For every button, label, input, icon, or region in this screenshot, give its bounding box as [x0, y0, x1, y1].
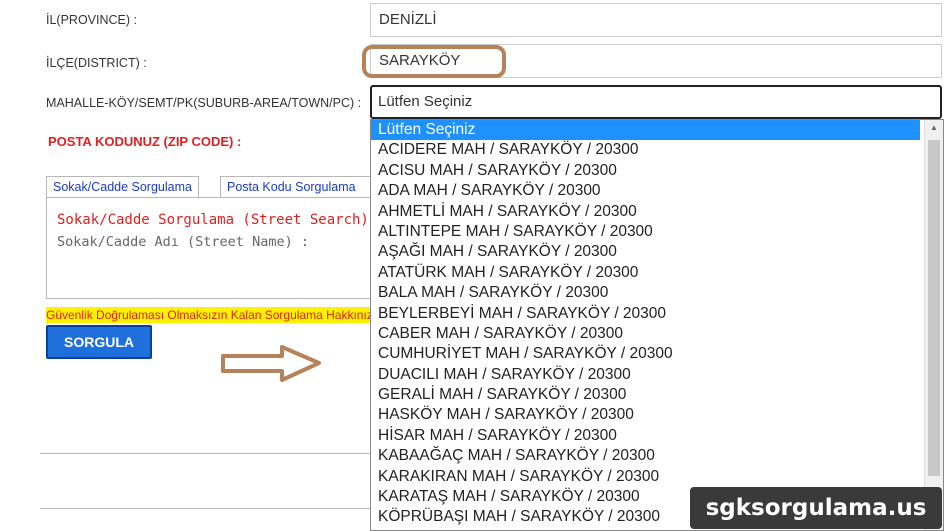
watermark-logo: sgksorgulama.us: [690, 487, 942, 529]
scrollbar-thumb[interactable]: [928, 140, 940, 476]
dropdown-option[interactable]: Lütfen Seçiniz: [371, 120, 920, 141]
divider-line: [40, 453, 370, 454]
district-label: İLÇE(DISTRICT) :: [46, 56, 147, 70]
dropdown-option[interactable]: BEYLERBEYİ MAH / SARAYKÖY / 20300: [371, 304, 943, 324]
district-highlight-ring: [362, 45, 506, 78]
dropdown-option[interactable]: KABAAĞAÇ MAH / SARAYKÖY / 20300: [371, 446, 943, 466]
divider-line: [40, 508, 370, 509]
dropdown-option[interactable]: ACISU MAH / SARAYKÖY / 20300: [371, 161, 943, 181]
street-search-panel: Sokak/Cadde Sorgulama (Street Search) So…: [46, 197, 376, 299]
dropdown-option[interactable]: DUACILI MAH / SARAYKÖY / 20300: [371, 365, 943, 385]
tab-zip-search[interactable]: Posta Kodu Sorgulama: [220, 176, 376, 198]
right-arrow-icon: [221, 345, 321, 382]
dropdown-option[interactable]: ATATÜRK MAH / SARAYKÖY / 20300: [371, 263, 943, 283]
province-label: İL(PROVINCE) :: [46, 13, 137, 27]
suburb-select[interactable]: Lütfen Seçiniz: [370, 85, 942, 119]
dropdown-option[interactable]: CABER MAH / SARAYKÖY / 20300: [371, 324, 943, 344]
dropdown-scrollbar[interactable]: ▲: [924, 120, 943, 530]
suburb-dropdown-list[interactable]: Lütfen Seçiniz ACIDERE MAH / SARAYKÖY / …: [370, 119, 944, 531]
dropdown-option[interactable]: AHMETLİ MAH / SARAYKÖY / 20300: [371, 202, 943, 222]
query-button[interactable]: SORGULA: [46, 325, 152, 359]
scroll-up-icon[interactable]: ▲: [930, 123, 938, 132]
dropdown-option[interactable]: AŞAĞI MAH / SARAYKÖY / 20300: [371, 242, 943, 262]
dropdown-option[interactable]: BALA MAH / SARAYKÖY / 20300: [371, 283, 943, 303]
tab-street-search[interactable]: Sokak/Cadde Sorgulama: [46, 176, 199, 198]
security-warning: Güvenlik Doğrulaması Olmaksızın Kalan So…: [46, 307, 371, 323]
dropdown-option[interactable]: HİSAR MAH / SARAYKÖY / 20300: [371, 426, 943, 446]
panel-title: Sokak/Cadde Sorgulama (Street Search): [57, 212, 369, 228]
dropdown-option[interactable]: ACIDERE MAH / SARAYKÖY / 20300: [371, 140, 943, 160]
street-name-label: Sokak/Cadde Adı (Street Name) :: [57, 234, 309, 250]
dropdown-option[interactable]: ADA MAH / SARAYKÖY / 20300: [371, 181, 943, 201]
suburb-label: MAHALLE-KÖY/SEMT/PK(SUBURB-AREA/TOWN/PC)…: [46, 96, 362, 110]
dropdown-option[interactable]: KARAKIRAN MAH / SARAYKÖY / 20300: [371, 467, 943, 487]
zip-code-label: POSTA KODUNUZ (ZIP CODE) :: [48, 134, 242, 149]
province-field[interactable]: DENİZLİ: [370, 3, 942, 37]
dropdown-option[interactable]: ALTINTEPE MAH / SARAYKÖY / 20300: [371, 222, 943, 242]
dropdown-option[interactable]: GERALİ MAH / SARAYKÖY / 20300: [371, 385, 943, 405]
dropdown-option[interactable]: CUMHURİYET MAH / SARAYKÖY / 20300: [371, 344, 943, 364]
dropdown-option[interactable]: HASKÖY MAH / SARAYKÖY / 20300: [371, 405, 943, 425]
